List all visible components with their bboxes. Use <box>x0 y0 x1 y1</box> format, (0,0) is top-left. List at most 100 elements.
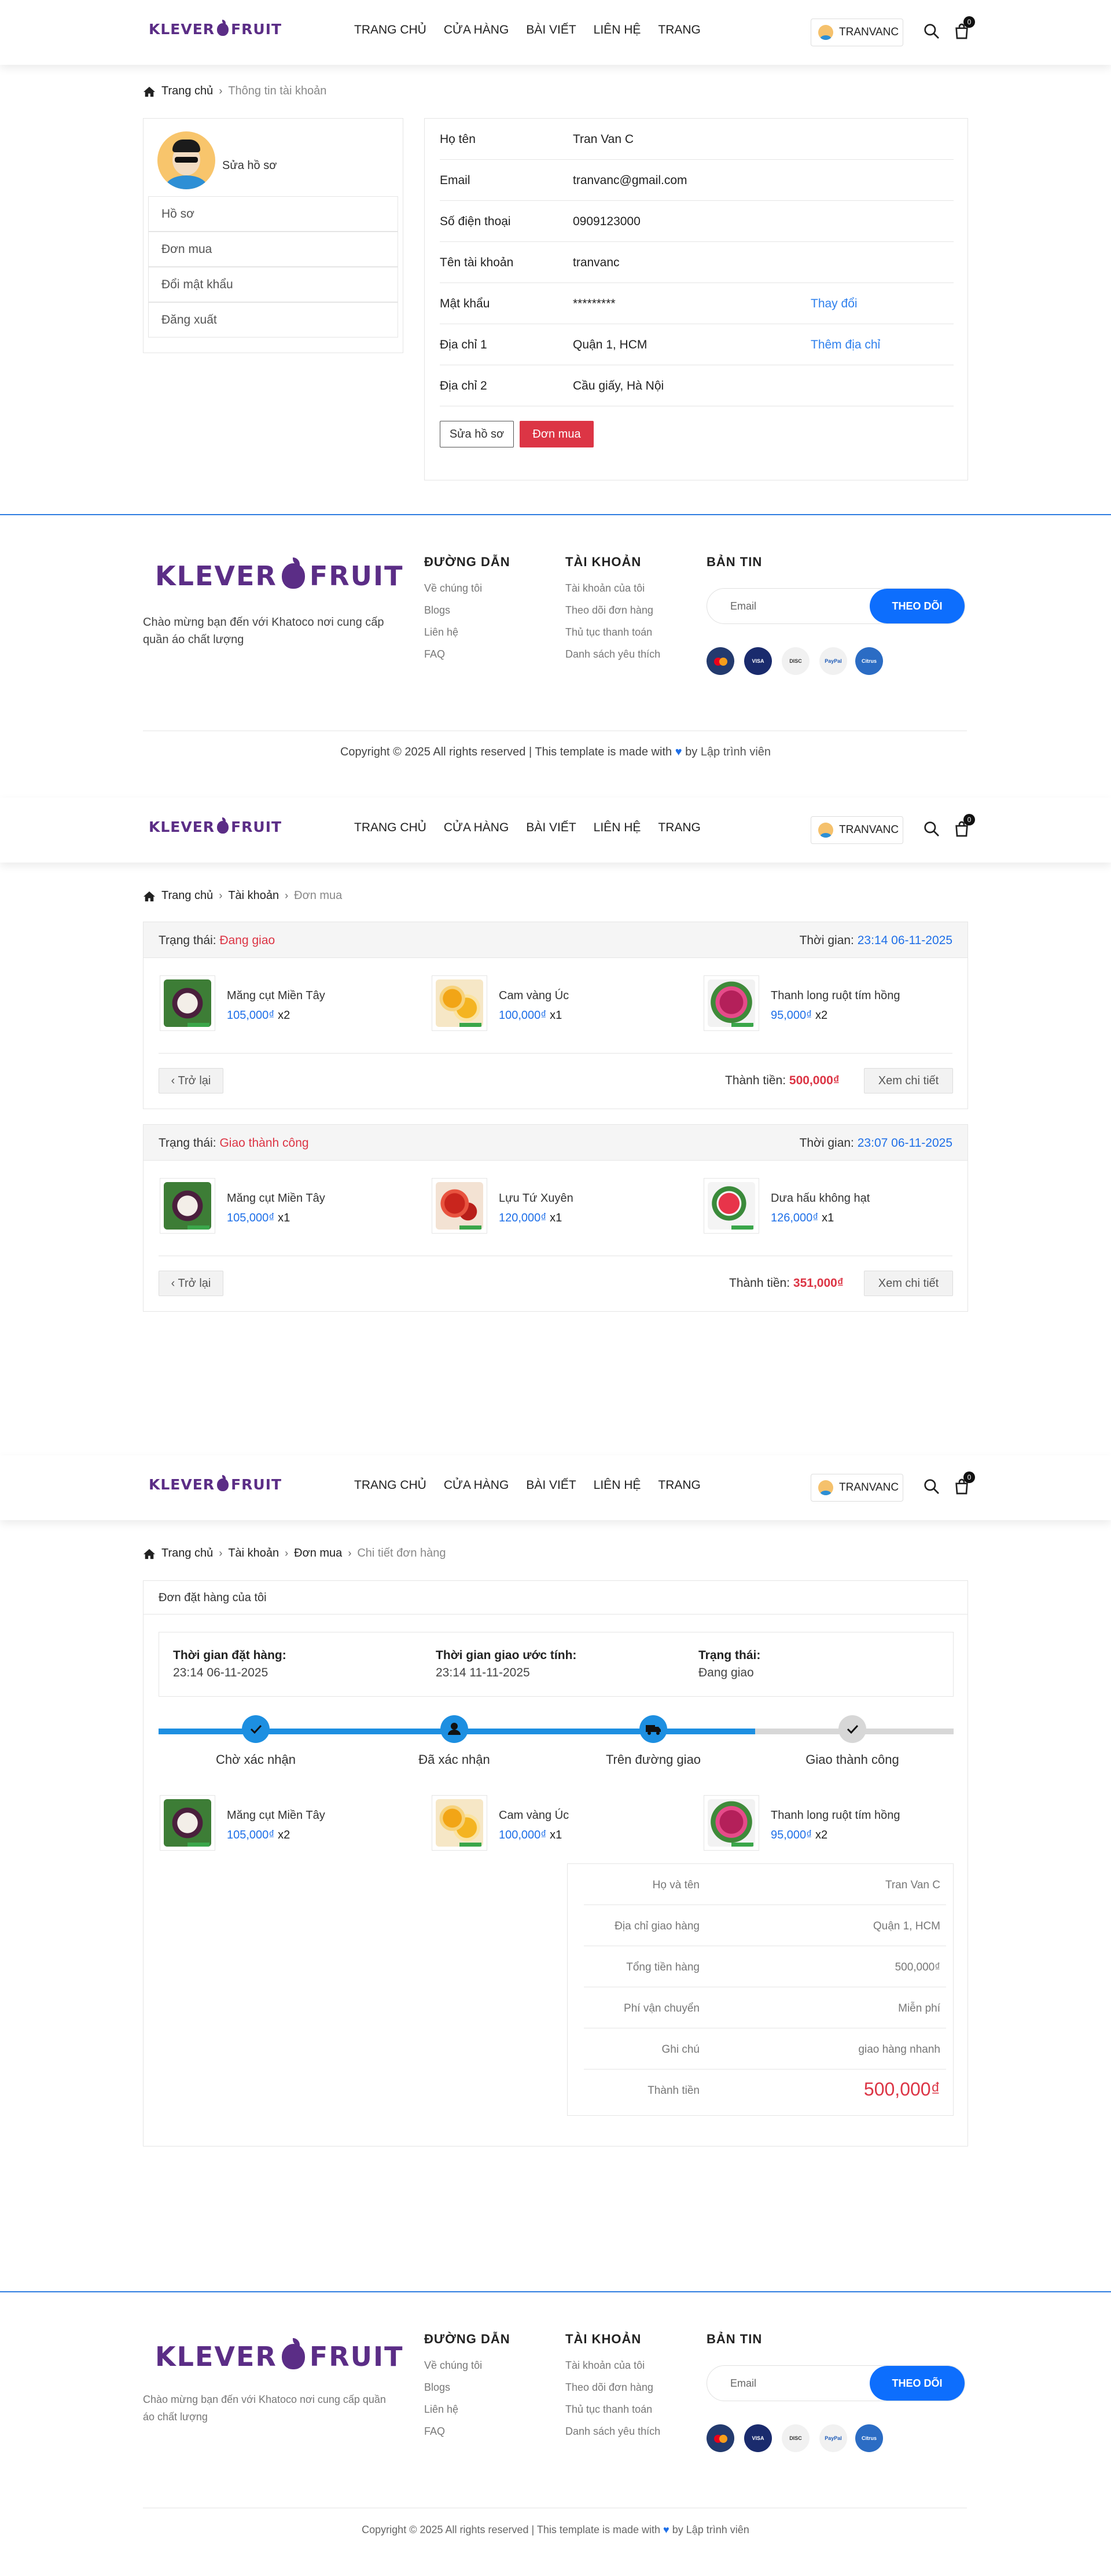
breadcrumb-home[interactable]: Trang chủ <box>161 1547 213 1560</box>
order-item[interactable]: Dưa hấu không hạt 126,000₫ x1 <box>704 1178 964 1236</box>
step-label-pending: Chờ xác nhận <box>216 1752 296 1767</box>
footer-link-blogs[interactable]: Blogs <box>424 2381 450 2394</box>
footer-link-track[interactable]: Theo dõi đơn hàng <box>565 2381 653 2394</box>
product-thumbnail <box>432 975 487 1031</box>
user-menu[interactable]: TRANVANC <box>811 1474 903 1502</box>
footer-link-contact[interactable]: Liên hệ <box>424 2403 458 2416</box>
footer-logo[interactable]: KLEVER FRUIT <box>155 2338 404 2372</box>
order-item[interactable]: Thanh long ruột tím hồng 95,000₫ x2 <box>704 975 964 1033</box>
search-icon[interactable] <box>922 1477 941 1496</box>
nav-contact[interactable]: LIÊN HỆ <box>594 821 641 835</box>
step-dot-shipping <box>639 1715 667 1743</box>
sidebar-item-change-password[interactable]: Đổi mật khẩu <box>148 267 398 302</box>
sidebar-item-orders[interactable]: Đơn mua <box>148 232 398 267</box>
breadcrumb-home[interactable]: Trang chủ <box>161 85 213 98</box>
nav-pages[interactable]: TRANG <box>658 1478 701 1492</box>
order-item[interactable]: Thanh long ruột tím hồng 95,000₫ x2 <box>704 1795 964 1853</box>
plum-icon <box>217 19 229 36</box>
add-address-link[interactable]: Thêm địa chỉ <box>811 338 880 352</box>
footer-link-about[interactable]: Về chúng tôi <box>424 2360 482 2372</box>
sidebar-item-logout[interactable]: Đăng xuất <box>148 302 398 337</box>
subscribe-button[interactable]: THEO DÕI <box>870 589 965 623</box>
footer-link-wishlist[interactable]: Danh sách yêu thích <box>565 648 660 660</box>
nav-home[interactable]: TRANG CHỦ <box>354 1478 426 1492</box>
change-password-link[interactable]: Thay đổi <box>811 297 858 311</box>
edit-profile-button[interactable]: Sửa hồ sơ <box>440 421 514 447</box>
breadcrumb-account[interactable]: Tài khoản <box>228 1547 279 1560</box>
step-dot-confirmed <box>440 1715 468 1743</box>
breadcrumb-orders[interactable]: Đơn mua <box>294 1547 342 1560</box>
heart-icon: ♥ <box>675 746 682 758</box>
newsletter-form: Email THEO DÕI <box>707 588 965 624</box>
nav-home[interactable]: TRANG CHỦ <box>354 23 426 37</box>
copyright: Copyright © 2025 All rights reserved | T… <box>362 2524 749 2535</box>
discover-icon: DISC <box>782 2424 810 2452</box>
footer-link-account[interactable]: Tài khoản của tôi <box>565 2360 645 2372</box>
search-icon[interactable] <box>922 22 941 41</box>
breadcrumb-current: Đơn mua <box>294 889 343 902</box>
footer-link-faq[interactable]: FAQ <box>424 2425 445 2438</box>
nav-pages[interactable]: TRANG <box>658 821 701 835</box>
order-item[interactable]: Măng cụt Miền Tây 105,000₫ x2 <box>160 975 420 1033</box>
site-logo[interactable]: KLEVER FRUIT <box>149 19 282 38</box>
footer-link-blogs[interactable]: Blogs <box>424 604 450 617</box>
footer-link-checkout[interactable]: Thủ tục thanh toán <box>565 626 652 639</box>
footer-divider <box>0 2291 1111 2292</box>
order-item[interactable]: Măng cụt Miền Tây 105,000₫ x2 <box>160 1795 420 1853</box>
footer-link-account[interactable]: Tài khoản của tôi <box>565 582 645 595</box>
nav-contact[interactable]: LIÊN HỆ <box>594 23 641 37</box>
author-link[interactable]: Lập trình viên <box>701 746 771 758</box>
cart-count: 0 <box>963 1472 975 1483</box>
product-thumbnail <box>160 1178 215 1234</box>
footer-link-track[interactable]: Theo dõi đơn hàng <box>565 604 653 617</box>
sidebar-item-profile[interactable]: Hồ sơ <box>148 196 398 232</box>
product-thumbnail <box>704 1178 759 1234</box>
breadcrumb-home[interactable]: Trang chủ <box>161 889 213 902</box>
nav-blog[interactable]: BÀI VIẾT <box>526 23 576 37</box>
order-item[interactable]: Lựu Tứ Xuyên 120,000₫ x1 <box>432 1178 692 1236</box>
back-button[interactable]: ‹ Trở lại <box>159 1271 223 1296</box>
order-item[interactable]: Măng cụt Miền Tây 105,000₫ x1 <box>160 1178 420 1236</box>
nav-blog[interactable]: BÀI VIẾT <box>526 1478 576 1492</box>
site-logo[interactable]: KLEVER FRUIT <box>149 817 282 835</box>
profile-row-email: Email tranvanc@gmail.com <box>440 160 954 201</box>
subscribe-button[interactable]: THEO DÕI <box>870 2366 965 2401</box>
nav-contact[interactable]: LIÊN HỆ <box>594 1478 641 1492</box>
footer-col1-title: ĐƯỜNG DẪN <box>424 2332 510 2346</box>
site-logo[interactable]: KLEVER FRUIT <box>149 1474 282 1493</box>
orders-button[interactable]: Đơn mua <box>520 421 594 447</box>
footer-link-about[interactable]: Về chúng tôi <box>424 582 482 595</box>
footer-link-faq[interactable]: FAQ <box>424 648 445 660</box>
product-thumbnail <box>704 975 759 1031</box>
nav-shop[interactable]: CỬA HÀNG <box>444 821 509 835</box>
footer-link-wishlist[interactable]: Danh sách yêu thích <box>565 2425 660 2438</box>
footer-link-checkout[interactable]: Thủ tục thanh toán <box>565 2403 652 2416</box>
footer-logo[interactable]: KLEVER FRUIT <box>155 557 404 592</box>
summary-row-name: Họ và tên Tran Van C <box>584 1864 946 1905</box>
nav-home[interactable]: TRANG CHỦ <box>354 821 426 835</box>
user-menu[interactable]: TRANVANC <box>811 816 903 844</box>
user-menu[interactable]: TRANVANC <box>811 19 903 46</box>
order-detail-title: Đơn đặt hàng của tôi <box>144 1581 967 1614</box>
search-icon[interactable] <box>922 820 941 838</box>
back-button[interactable]: ‹ Trở lại <box>159 1068 223 1093</box>
nav-pages[interactable]: TRANG <box>658 23 701 37</box>
view-detail-button[interactable]: Xem chi tiết <box>864 1271 953 1296</box>
order-item[interactable]: Cam vàng Úc 100,000₫ x1 <box>432 1795 692 1853</box>
edit-profile-link[interactable]: Sửa hồ sơ <box>222 159 277 173</box>
site-header: KLEVER FRUIT TRANG CHỦ CỬA HÀNG BÀI VIẾT … <box>0 0 1111 65</box>
order-item[interactable]: Cam vàng Úc 100,000₫ x1 <box>432 975 692 1033</box>
author-link[interactable]: Lập trình viên <box>686 2524 749 2535</box>
nav-shop[interactable]: CỬA HÀNG <box>444 1478 509 1492</box>
product-thumbnail <box>432 1178 487 1234</box>
breadcrumb-account[interactable]: Tài khoản <box>228 889 279 902</box>
view-detail-button[interactable]: Xem chi tiết <box>864 1068 953 1093</box>
profile-sidebar: Sửa hồ sơ Hồ sơ Đơn mua Đổi mật khẩu Đăn… <box>143 118 403 353</box>
newsletter-email-input[interactable]: Email <box>730 2377 756 2390</box>
plum-icon <box>217 817 229 834</box>
newsletter-email-input[interactable]: Email <box>730 600 756 612</box>
nav-blog[interactable]: BÀI VIẾT <box>526 821 576 835</box>
footer-col3-title: BẢN TIN <box>707 2332 763 2346</box>
footer-link-contact[interactable]: Liên hệ <box>424 626 458 639</box>
nav-shop[interactable]: CỬA HÀNG <box>444 23 509 37</box>
